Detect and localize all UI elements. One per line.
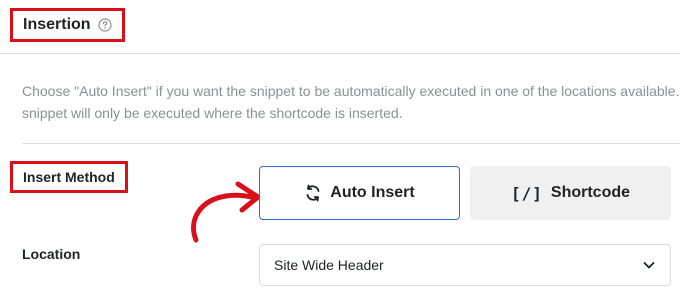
- refresh-arrows-icon: [304, 184, 322, 202]
- section-header: Insertion: [0, 0, 680, 54]
- location-selected-value: Site Wide Header: [274, 257, 384, 273]
- description-line-1: Choose "Auto Insert" if you want the sni…: [22, 83, 680, 99]
- shortcode-brackets-icon: [/]: [510, 183, 543, 203]
- chevron-down-icon: [642, 258, 656, 272]
- section-title: Insertion: [23, 16, 91, 33]
- shortcode-button[interactable]: [/] Shortcode: [470, 166, 671, 220]
- annotation-arrow-icon: [191, 181, 261, 243]
- section-description: Choose "Auto Insert" if you want the sni…: [22, 80, 680, 124]
- insertion-title-highlight: Insertion: [10, 8, 125, 42]
- description-line-2: snippet will only be executed where the …: [22, 105, 403, 121]
- auto-insert-label: Auto Insert: [330, 184, 415, 201]
- insert-method-label: Insert Method: [23, 169, 115, 185]
- insert-method-highlight: Insert Method: [10, 161, 128, 193]
- auto-insert-button[interactable]: Auto Insert: [259, 166, 460, 220]
- location-select[interactable]: Site Wide Header: [259, 244, 671, 286]
- question-circle-icon[interactable]: [97, 18, 112, 32]
- shortcode-label: Shortcode: [550, 184, 631, 201]
- divider: [22, 143, 680, 144]
- location-label: Location: [22, 246, 81, 262]
